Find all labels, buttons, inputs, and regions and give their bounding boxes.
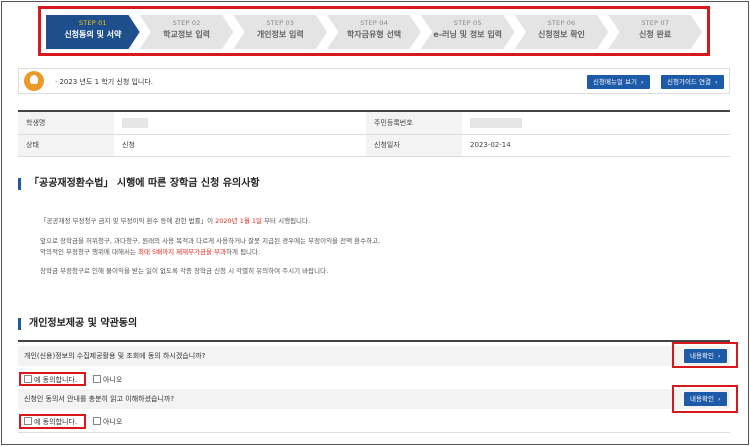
step-5-number: STEP 05 <box>453 19 482 27</box>
consent-1-yes-label: 예 동의합니다. <box>34 376 78 384</box>
step-2-number: STEP 02 <box>172 19 201 27</box>
redacted-value <box>470 117 522 128</box>
consent-2-no-label: 아니오 <box>103 418 123 426</box>
rrn-value <box>462 112 730 135</box>
step-7: STEP 07 신청 완료 <box>608 15 703 49</box>
guide-link-button[interactable]: 신청가이드 연결 › <box>661 75 724 89</box>
divider <box>18 432 730 433</box>
effective-date: 2020년 1월 1일 <box>215 217 263 225</box>
semester-notice-text: · 2023 년도 1 학기 신청 입니다. <box>55 78 154 86</box>
guide-link-label: 신청가이드 연결 <box>667 78 711 86</box>
notice-line-1: 「공공재정 부정청구 금지 및 부정이익 환수 등에 관한 법률」이 2020년… <box>40 216 310 227</box>
penalty-text: 최대 5배까지 제재부가금을 부과 <box>137 248 227 256</box>
manual-view-label: 신청메뉴얼 보기 <box>593 78 637 86</box>
lightbulb-icon <box>24 71 44 91</box>
table-row: 학생명 주민등록번호 <box>18 112 730 135</box>
table-row: 상태 신청 신청일자 2023-02-14 <box>18 134 730 157</box>
checkbox-icon[interactable] <box>24 417 32 425</box>
chevron-right-icon: › <box>717 395 721 403</box>
notice-line-1b: 부터 시행됩니다. <box>262 217 311 225</box>
section-title-notice: 「공공재정환수법」 시행에 따른 장학금 신청 유의사항 <box>18 178 260 190</box>
step-7-label: 신청 완료 <box>639 30 672 39</box>
step-1: STEP 01 신청동의 및 서약 <box>46 15 140 49</box>
checkbox-icon[interactable] <box>24 375 32 383</box>
checkbox-icon[interactable] <box>93 417 101 425</box>
step-3-label: 개인정보 입력 <box>256 30 304 39</box>
detail-check-label-1: 내용확인 <box>690 352 714 360</box>
step-5-label: e-러닝 및 정보 입력 <box>433 30 503 39</box>
step-progress-highlight: STEP 01 신청동의 및 서약 STEP 02 학교정보 입력 STEP 0… <box>38 6 710 56</box>
notice-line-3b: 하게 됩니다. <box>226 248 261 256</box>
status-value: 신청 <box>114 134 366 157</box>
chevron-right-icon: › <box>717 352 721 360</box>
step-4-number: STEP 04 <box>360 19 388 27</box>
step-2: STEP 02 학교정보 입력 <box>139 15 234 49</box>
step-5: STEP 05 e-러닝 및 정보 입력 <box>420 15 515 49</box>
step-3-number: STEP 03 <box>266 19 295 27</box>
consent-2-yes-label: 예 동의합니다. <box>34 418 78 426</box>
semester-notice: · 2023 년도 1 학기 신청 입니다. 신청메뉴얼 보기 › 신청가이드 연… <box>18 68 730 94</box>
step-1-label: 신청동의 및 서약 <box>64 30 122 39</box>
chevron-right-icon: › <box>714 78 718 86</box>
applicant-info-table: 학생명 주민등록번호 상태 신청 신청일자 2023-02-14 <box>18 110 730 157</box>
consent-1-no[interactable]: 아니오 <box>93 375 122 385</box>
student-name-value <box>114 112 366 135</box>
step-4: STEP 04 학자금유형 선택 <box>327 15 421 49</box>
redacted-value <box>122 117 148 128</box>
step-2-label: 학교정보 입력 <box>163 30 211 39</box>
student-name-label: 학생명 <box>18 112 114 135</box>
step-7-number: STEP 07 <box>641 19 670 27</box>
detail-check-button-2[interactable]: 내용확인 › <box>684 392 727 406</box>
step-6-label: 신청정보 확인 <box>537 30 585 39</box>
checkbox-icon[interactable] <box>93 375 101 383</box>
consent-question-2: 신청인 동의서 안내를 충분히 읽고 이해하셨습니까? <box>18 389 730 409</box>
status-label: 상태 <box>18 134 114 157</box>
date-label: 신청일자 <box>366 134 462 157</box>
consent-1-yes[interactable]: 예 동의합니다. <box>24 375 77 385</box>
notice-line-4: 장학금 부정청구로 인해 불이익을 받는 일이 없도록 각종 장학금 신청 시 … <box>40 267 329 275</box>
consent-1-no-label: 아니오 <box>103 376 123 384</box>
consent-top-border <box>18 340 730 342</box>
notice-line-3: 악의적인 부정청구 행위에 대해서는 최대 5배까지 제재부가금을 부과하게 됩… <box>40 247 260 258</box>
date-value: 2023-02-14 <box>462 134 730 157</box>
notice-line-2: 앞으로 장학금을 허위청구, 과다청구, 원래의 사용 목적과 다르게 사용하거… <box>40 237 381 245</box>
rrn-label: 주민등록번호 <box>366 112 462 135</box>
manual-view-button[interactable]: 신청메뉴얼 보기 › <box>587 75 650 89</box>
notice-line-3a: 악의적인 부정청구 행위에 대해서는 <box>40 248 138 256</box>
consent-2-yes[interactable]: 예 동의합니다. <box>24 417 77 427</box>
notice-line-1a: 「공공재정 부정청구 금지 및 부정이익 환수 등에 관한 법률」이 <box>40 217 216 225</box>
step-6-number: STEP 06 <box>547 19 576 27</box>
detail-check-button-1[interactable]: 내용확인 › <box>684 349 727 363</box>
consent-2-no[interactable]: 아니오 <box>93 417 122 427</box>
detail-check-label-2: 내용확인 <box>690 395 714 403</box>
consent-question-1: 개인(신용)정보의 수집제공활용 및 조회에 동의 하시겠습니까? <box>18 346 730 366</box>
step-4-label: 학자금유형 선택 <box>346 30 402 39</box>
step-1-number: STEP 01 <box>78 19 107 27</box>
step-3: STEP 03 개인정보 입력 <box>233 15 328 49</box>
step-6: STEP 06 신청정보 확인 <box>514 15 609 49</box>
chevron-right-icon: › <box>640 78 644 86</box>
step-progress: STEP 01 신청동의 및 서약 STEP 02 학교정보 입력 STEP 0… <box>46 15 703 49</box>
section-title-consent: 개인정보제공 및 약관동의 <box>18 318 137 330</box>
